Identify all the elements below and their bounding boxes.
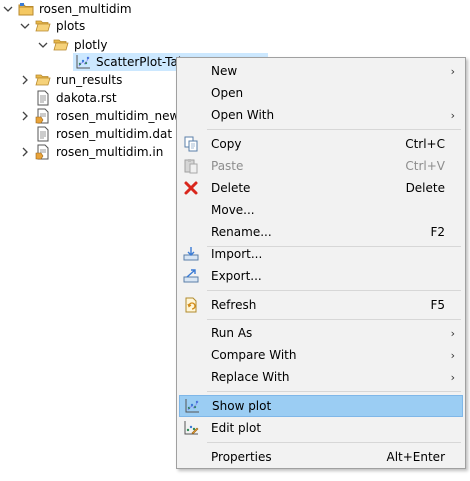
menu-item-label: Import... [211, 247, 263, 261]
menu-separator [207, 319, 461, 320]
menu-separator [207, 442, 461, 443]
menu-item-label: Paste [211, 159, 244, 173]
menu-item-accelerator: Ctrl+C [405, 137, 445, 151]
menu-item-label: Move... [211, 203, 255, 217]
scatter-plot-file-icon [75, 54, 91, 70]
refresh-icon [182, 296, 200, 314]
submenu-arrow-icon: › [450, 64, 455, 78]
menu-separator [207, 391, 461, 392]
menu-item-accelerator: F5 [430, 298, 445, 312]
menu-item-open-with[interactable]: Open With › [179, 104, 463, 126]
menu-item-label: Rename... [211, 225, 272, 239]
tree-item-label: plotly [74, 38, 108, 52]
menu-item-show-plot[interactable]: Show plot [179, 395, 463, 417]
menu-item-copy[interactable]: Copy Ctrl+C [179, 133, 463, 155]
menu-item-import[interactable]: Import... [179, 243, 463, 265]
edit-plot-icon [182, 419, 200, 437]
menu-item-label: Show plot [212, 399, 272, 413]
menu-item-accelerator: Alt+Enter [386, 450, 445, 464]
submenu-arrow-icon: › [450, 108, 455, 122]
menu-item-export[interactable]: Export... [179, 265, 463, 287]
menu-item-properties[interactable]: Properties Alt+Enter [179, 446, 463, 468]
menu-item-edit-plot[interactable]: Edit plot [179, 417, 463, 439]
menu-separator [207, 290, 461, 291]
tree-item-dakota-rst[interactable]: dakota.rst [35, 89, 117, 107]
tree-item-label: ScatterPlot-Tab [96, 55, 186, 69]
tree-item-plots[interactable]: plots [19, 17, 85, 35]
chevron-down-icon[interactable] [2, 0, 14, 18]
paste-icon [182, 157, 200, 175]
menu-item-accelerator: Delete [405, 181, 445, 195]
menu-item-open[interactable]: Open [179, 82, 463, 104]
tree-item-plotly[interactable]: plotly [37, 36, 107, 54]
text-file-icon [35, 126, 51, 142]
dakota-input-file-icon [35, 108, 51, 124]
folder-open-icon [35, 18, 51, 34]
submenu-arrow-icon: › [450, 326, 455, 340]
menu-item-paste[interactable]: Paste Ctrl+V [179, 155, 463, 177]
menu-item-replace-with[interactable]: Replace With › [179, 366, 463, 388]
menu-item-label: Run As [211, 326, 253, 340]
menu-separator [207, 129, 461, 130]
tree-item-rosen-multidim-new-in[interactable]: rosen_multidim_new.in [19, 107, 193, 125]
menu-item-label: Compare With [211, 348, 297, 362]
menu-item-compare-with[interactable]: Compare With › [179, 344, 463, 366]
menu-item-label: Refresh [211, 298, 257, 312]
tree-item-label: rosen_multidim_new.in [56, 109, 194, 123]
dakota-input-file-icon [35, 144, 51, 160]
menu-item-label: Export... [211, 269, 262, 283]
folder-open-icon [53, 37, 69, 53]
tree-item-run-results[interactable]: run_results [19, 71, 122, 89]
folder-icon [35, 72, 51, 88]
menu-item-delete[interactable]: Delete Delete [179, 177, 463, 199]
menu-item-move[interactable]: Move... [179, 199, 463, 221]
show-plot-icon [183, 397, 201, 415]
project-icon [18, 1, 34, 17]
tree-item-rosen-multidim-in[interactable]: rosen_multidim.in [19, 143, 163, 161]
menu-item-label: Replace With [211, 370, 290, 384]
chevron-right-icon[interactable] [19, 71, 31, 89]
tree-item-label: rosen_multidim.in [56, 145, 164, 159]
menu-item-label: Edit plot [211, 421, 262, 435]
submenu-arrow-icon: › [450, 348, 455, 362]
submenu-arrow-icon: › [450, 370, 455, 384]
tree-item-rosen-multidim-dat[interactable]: rosen_multidim.dat [35, 125, 172, 143]
copy-icon [182, 135, 200, 153]
tree-item-label: plots [56, 19, 86, 33]
menu-item-label: Open With [211, 108, 275, 122]
tree-item-label: rosen_multidim [39, 2, 132, 16]
menu-item-refresh[interactable]: Refresh F5 [179, 294, 463, 316]
tree-item-label: run_results [56, 73, 123, 87]
tree-item-rosen-multidim[interactable]: rosen_multidim [2, 0, 132, 18]
chevron-right-icon[interactable] [19, 107, 31, 125]
menu-item-label: Copy [211, 137, 242, 151]
menu-item-label: Open [211, 86, 244, 100]
export-icon [182, 267, 200, 285]
menu-item-new[interactable]: New › [179, 60, 463, 82]
tree-item-label: dakota.rst [56, 91, 117, 105]
chevron-down-icon[interactable] [37, 36, 49, 54]
context-menu: New › Open Open With › Copy Ctrl+C Paste… [176, 57, 466, 469]
menu-item-label: Properties [211, 450, 272, 464]
menu-item-label: New [211, 64, 238, 78]
tree-item-label: rosen_multidim.dat [56, 127, 173, 141]
delete-icon [182, 179, 200, 197]
import-icon [182, 245, 200, 263]
chevron-right-icon[interactable] [19, 143, 31, 161]
chevron-down-icon[interactable] [19, 17, 31, 35]
menu-item-run-as[interactable]: Run As › [179, 322, 463, 344]
menu-item-accelerator: F2 [430, 225, 445, 239]
menu-item-rename[interactable]: Rename... F2 [179, 221, 463, 243]
menu-item-label: Delete [211, 181, 251, 195]
text-file-icon [35, 90, 51, 106]
menu-item-accelerator: Ctrl+V [405, 159, 445, 173]
